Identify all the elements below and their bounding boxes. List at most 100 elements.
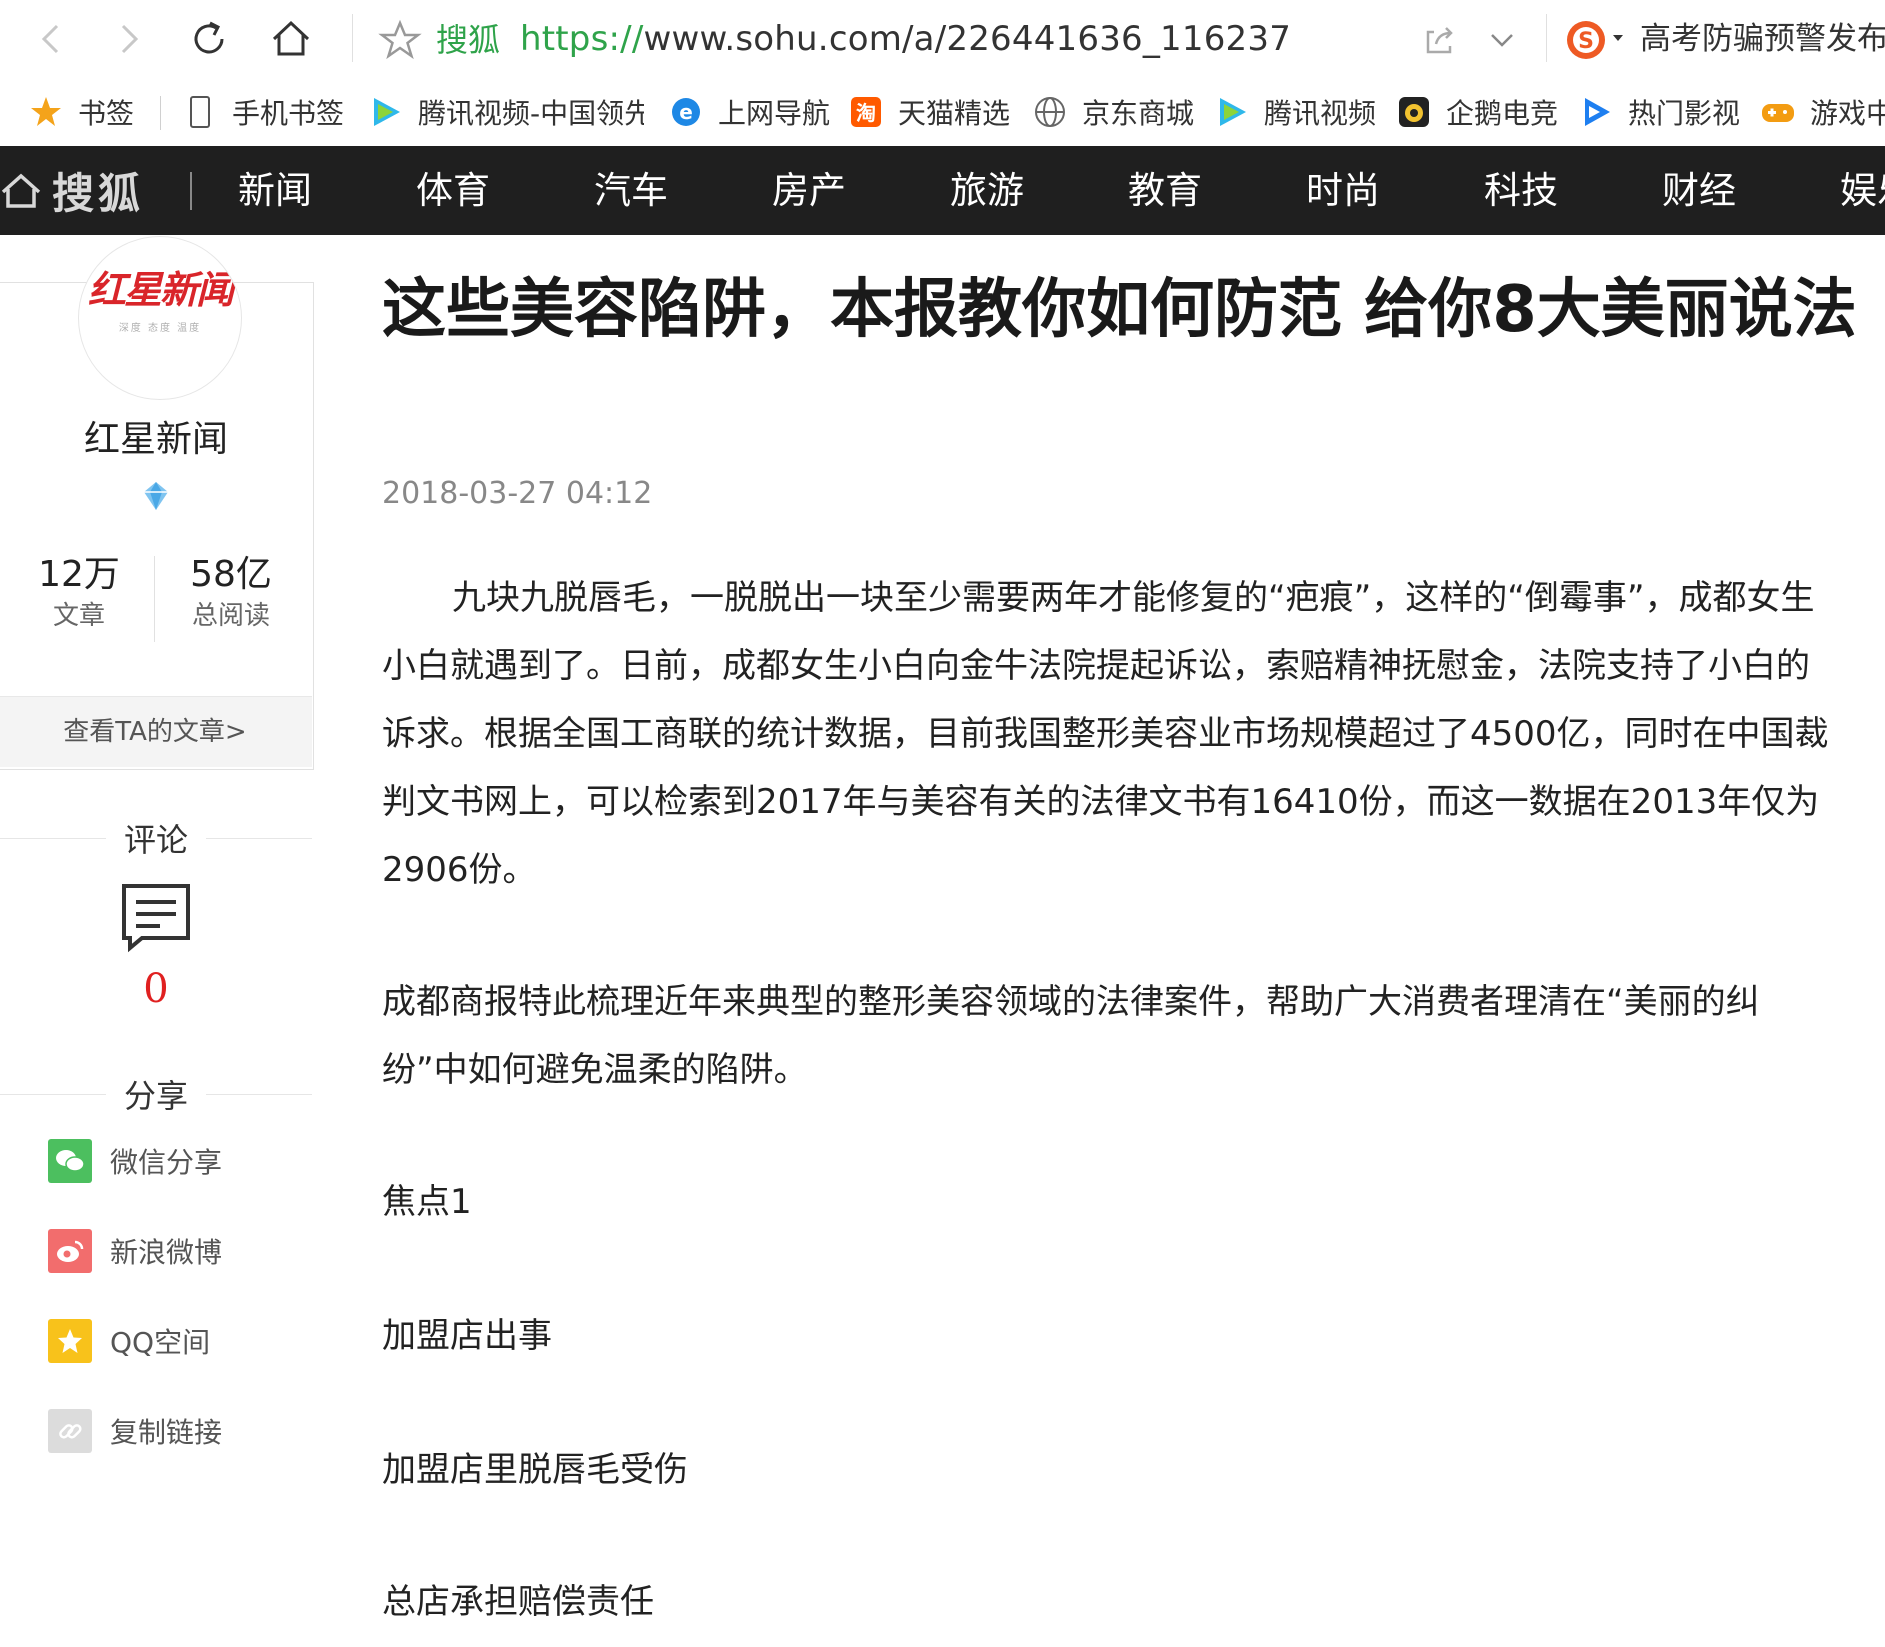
share-wechat-button[interactable]: 微信分享 [48,1138,222,1184]
tencent-video-icon [368,94,404,130]
brand-name: 搜狐 [52,169,145,218]
qzone-icon [48,1319,92,1363]
wechat-icon [48,1139,92,1183]
article-publish-time: 2018-03-27 04:12 [382,476,653,511]
bookmark-label: 手机书签 [232,97,345,130]
comment-count[interactable]: 0 [0,966,312,1012]
bookmark-label: 京东商城 [1082,97,1195,130]
copy-link-label: 复制链接 [110,1416,223,1449]
share-weibo-button[interactable]: 新浪微博 [48,1228,222,1274]
nav-item-entertainment[interactable]: 娱乐 [1840,146,1885,235]
comments-title: 评论 [106,818,206,862]
address-divider-2 [1546,14,1547,62]
forward-icon[interactable] [104,14,154,64]
penguin-esports-icon [1396,94,1432,130]
articles-count: 12万 [38,554,120,595]
back-icon[interactable] [26,14,76,64]
author-name[interactable]: 红星新闻 [0,410,312,462]
svg-text:淘: 淘 [856,101,876,125]
bookmark-label: 游戏中 [1810,97,1885,130]
weibo-icon [48,1229,92,1273]
reads-count: 58亿 [190,554,272,595]
avatar-logo-text: 红星新闻 [87,267,234,312]
bookmark-label: 腾讯视频 [1264,97,1377,130]
share-qzone-label: QQ空间 [110,1326,211,1359]
share-wechat-label: 微信分享 [110,1146,223,1179]
play-icon [1578,94,1614,130]
share-qzone-button[interactable]: QQ空间 [48,1318,210,1364]
bookmark-item[interactable]: 游戏中 [1760,78,1885,146]
tencent-video-icon [1214,94,1250,130]
bookmark-item[interactable]: 企鹅电竞 [1396,78,1558,146]
copy-link-button[interactable]: 复制链接 [48,1408,222,1454]
comment-icon[interactable] [120,882,192,954]
article-paragraph: 成都商报特此梳理近年来典型的整形美容领域的法律案件，帮助广大消费者理清在“美丽的… [382,982,1760,1090]
share-weibo-label: 新浪微博 [110,1236,223,1269]
reads-label: 总阅读 [191,601,270,631]
bookmark-item[interactable]: 腾讯视频-中国领先 [368,78,644,146]
svg-text:S: S [1578,29,1594,54]
nav-item-finance[interactable]: 财经 [1662,146,1736,235]
avatar[interactable]: 红星新闻 深度 态度 温度 [78,236,242,400]
globe-icon [1032,94,1068,130]
article-subheading: 加盟店里脱唇毛受伤 [382,1450,688,1490]
articles-label: 文章 [52,601,105,631]
nav-item-tech[interactable]: 科技 [1484,146,1558,235]
bookmark-star-icon[interactable] [378,18,422,62]
nav-item-auto[interactable]: 汽车 [594,146,668,235]
bookmark-item[interactable]: 淘 天猫精选 [848,78,1010,146]
view-author-articles-link[interactable]: 查看TA的文章> [0,696,312,767]
article-subheading: 总店承担赔偿责任 [382,1582,654,1622]
reads-stat: 58亿 总阅读 [156,552,306,634]
articles-stat: 12万 文章 [4,552,154,634]
bookmark-label: 上网导航 [718,97,831,130]
address-bar: 搜狐 https://www.sohu.com/a/226441636_1162… [0,0,1885,79]
url-path: www.sohu.com/a/226441636_116237 [643,19,1292,59]
nav-item-education[interactable]: 教育 [1128,146,1202,235]
star-icon [28,94,64,130]
verified-diamond-icon [144,482,168,510]
channel-nav: 搜狐 新闻 体育 汽车 房产 旅游 教育 时尚 科技 财经 娱乐 [0,146,1885,235]
sogou-search-icon[interactable]: S [1564,18,1608,62]
bookmark-label: 企鹅电竞 [1446,97,1559,130]
share-page-icon[interactable] [1420,20,1460,60]
bookmarks-bar: 书签 手机书签 腾讯视频-中国领先 e 上网导航 淘 天猫精选 京东商城 腾讯视… [0,78,1885,147]
home-icon [1,173,41,208]
url-field[interactable]: https://www.sohu.com/a/226441636_116237 [520,18,1291,60]
bookmark-item[interactable]: 腾讯视频 [1214,78,1376,146]
stat-divider [154,556,155,642]
bookmark-item[interactable]: 手机书签 [182,78,344,146]
gamepad-icon [1760,94,1796,130]
brand-divider [190,172,192,210]
chevron-down-icon[interactable] [1482,20,1522,60]
nav-item-sports[interactable]: 体育 [416,146,490,235]
sohu-brand[interactable]: 搜狐 [0,146,144,235]
nav-item-news[interactable]: 新闻 [238,146,312,235]
tmall-icon: 淘 [848,94,884,130]
site-name: 搜狐 [436,21,501,59]
headline-ticker[interactable]: 高考防骗预警发布 [1640,18,1885,60]
phone-icon [182,94,218,130]
nav-item-travel[interactable]: 旅游 [950,146,1024,235]
bookmark-divider [160,96,161,130]
article-section-heading: 焦点1 [382,1182,472,1222]
article-paragraph: 九块九脱唇毛，一脱脱出一块至少需要两年才能修复的“疤痕”，这样的“倒霉事”，成都… [382,578,1829,890]
caret-down-icon[interactable] [1612,32,1624,44]
refresh-icon[interactable] [184,14,234,64]
bookmark-item[interactable]: e 上网导航 [668,78,830,146]
bookmark-item[interactable]: 热门影视 [1578,78,1740,146]
nav-item-fashion[interactable]: 时尚 [1306,146,1380,235]
share-title: 分享 [106,1074,206,1118]
link-icon [48,1409,92,1453]
article-title: 这些美容陷阱，本报教你如何防范 给你8大美丽说法 [382,273,1857,347]
bookmark-item[interactable]: 书签 [28,78,134,146]
home-icon[interactable] [266,14,316,64]
address-divider [352,14,353,62]
article-subheading: 加盟店出事 [382,1316,552,1356]
bookmark-label: 天猫精选 [898,97,1011,130]
svg-text:e: e [679,100,693,124]
bookmark-item[interactable]: 京东商城 [1032,78,1194,146]
bookmark-label: 腾讯视频-中国领先 [418,97,644,130]
avatar-logo-subtext: 深度 态度 温度 [118,323,202,334]
nav-item-realestate[interactable]: 房产 [772,146,846,235]
